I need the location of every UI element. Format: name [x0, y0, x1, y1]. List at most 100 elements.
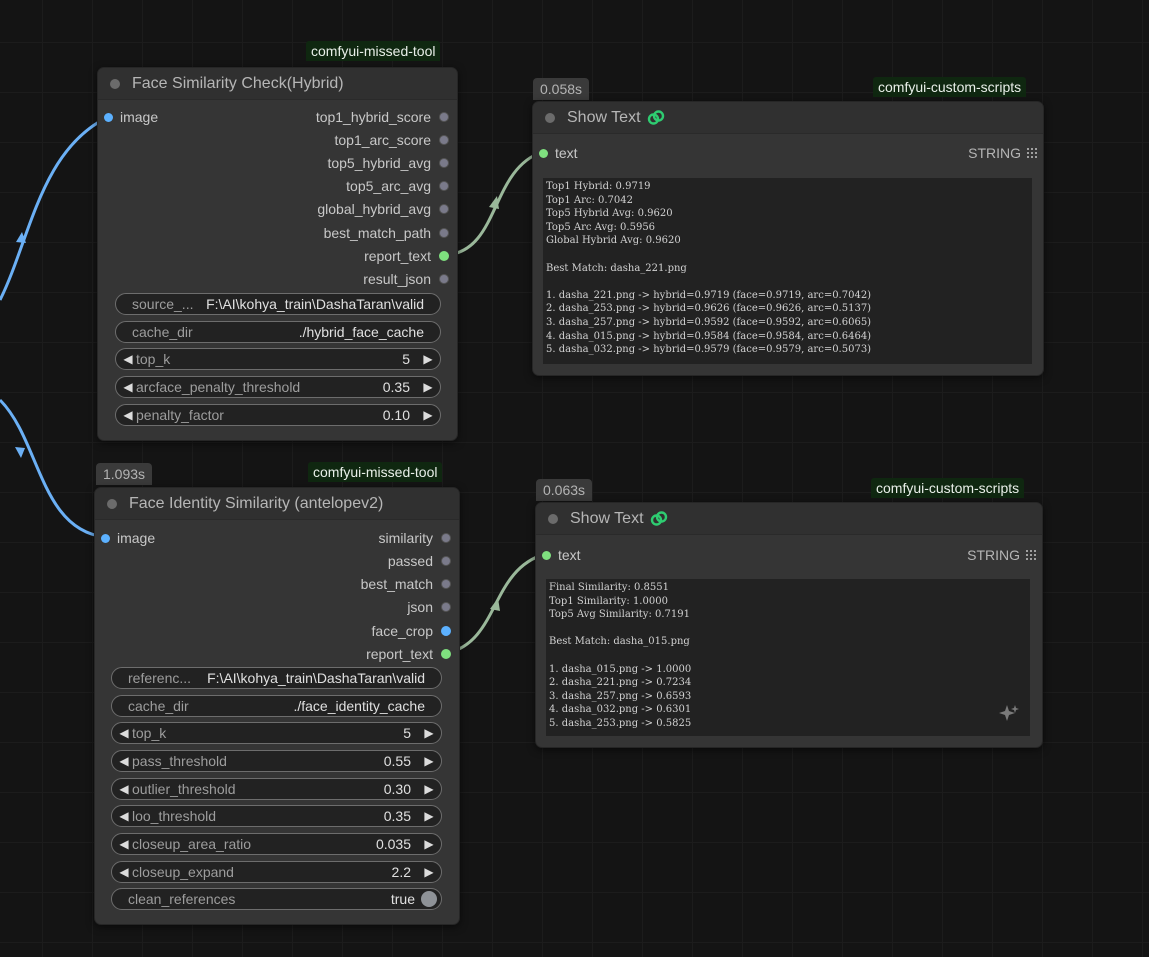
- text-line: Best Match: dasha_015.png: [549, 636, 690, 648]
- node-face-identity-similarity[interactable]: Face Identity Similarity (antelopev2) im…: [94, 487, 460, 925]
- node1-header[interactable]: Face Similarity Check(Hybrid): [98, 68, 457, 100]
- output-dot-icon[interactable]: [439, 135, 449, 145]
- text-line: [549, 622, 1027, 636]
- sparkle-icon[interactable]: [998, 703, 1020, 725]
- outlier-threshold-stepper[interactable]: ◀ outlier_threshold 0.30 ▶: [111, 778, 442, 800]
- show2-input-text[interactable]: text: [542, 547, 581, 563]
- output-report-text[interactable]: report_text: [364, 248, 449, 264]
- wire-image-node1: [0, 115, 109, 301]
- output-dot-icon[interactable]: [441, 626, 451, 636]
- wire-arrow: [16, 232, 26, 243]
- output-best-match-path[interactable]: best_match_path: [324, 225, 449, 241]
- node-show-text-2[interactable]: Show Text text STRING Final Similarity: …: [535, 502, 1043, 748]
- collapse-dot-icon[interactable]: [107, 498, 117, 509]
- output-dot-icon[interactable]: [439, 112, 449, 122]
- show1-header[interactable]: Show Text: [533, 102, 1043, 134]
- output-dot-icon[interactable]: [441, 602, 451, 612]
- show2-header[interactable]: Show Text: [536, 503, 1042, 535]
- toggle-knob-icon[interactable]: [421, 891, 437, 907]
- decrement-icon[interactable]: ◀: [116, 809, 132, 823]
- closeup-expand-stepper[interactable]: ◀ closeup_expand 2.2 ▶: [111, 861, 442, 883]
- collapse-dot-icon[interactable]: [545, 112, 555, 123]
- output-similarity[interactable]: similarity: [379, 530, 451, 546]
- source-dir-field[interactable]: source_... F:\AI\kohya_train\DashaTaran\…: [115, 293, 441, 315]
- arcface-penalty-threshold-stepper[interactable]: ◀ arcface_penalty_threshold 0.35 ▶: [115, 376, 441, 398]
- text-line: Top5 Hybrid Avg: 0.9620: [546, 208, 673, 220]
- loo-threshold-stepper[interactable]: ◀ loo_threshold 0.35 ▶: [111, 805, 442, 827]
- node2-title: Face Identity Similarity (antelopev2): [129, 494, 384, 512]
- clean-references-toggle[interactable]: clean_references true: [111, 888, 442, 910]
- show2-time-badge: 0.063s: [536, 479, 593, 501]
- show2-output-type[interactable]: STRING: [967, 547, 1036, 563]
- show1-time-badge: 0.058s: [533, 78, 590, 100]
- node1-title: Face Similarity Check(Hybrid): [132, 74, 344, 92]
- output-report-text[interactable]: report_text: [366, 646, 451, 662]
- node-show-text-1[interactable]: Show Text text STRING Top1 Hybrid: 0.971…: [532, 101, 1044, 376]
- output-dot-icon[interactable]: [439, 251, 449, 261]
- output-top5-hybrid-avg[interactable]: top5_hybrid_avg: [327, 155, 449, 171]
- output-dot-icon[interactable]: [441, 533, 451, 543]
- input-dot-icon[interactable]: [539, 148, 548, 158]
- output-result-json[interactable]: result_json: [363, 271, 449, 287]
- output-dot-icon[interactable]: [439, 181, 449, 191]
- increment-icon[interactable]: ▶: [421, 782, 437, 796]
- decrement-icon[interactable]: ◀: [120, 380, 136, 394]
- output-best-match[interactable]: best_match: [361, 576, 451, 592]
- collapse-dot-icon[interactable]: [110, 78, 120, 89]
- node2-input-image[interactable]: image: [101, 530, 155, 546]
- penalty-factor-stepper[interactable]: ◀ penalty_factor 0.10 ▶: [115, 404, 441, 426]
- input-dot-icon[interactable]: [542, 550, 551, 560]
- text-line: Top1 Arc: 0.7042: [546, 194, 633, 206]
- decrement-icon[interactable]: ◀: [120, 408, 136, 422]
- output-passed[interactable]: passed: [388, 553, 451, 569]
- output-global-hybrid-avg[interactable]: global_hybrid_avg: [317, 201, 449, 217]
- closeup-area-ratio-stepper[interactable]: ◀ closeup_area_ratio 0.035 ▶: [111, 833, 442, 855]
- decrement-icon[interactable]: ◀: [116, 754, 132, 768]
- output-top1-hybrid-score[interactable]: top1_hybrid_score: [316, 109, 449, 125]
- grid-icon: [1026, 550, 1036, 560]
- top-k-stepper[interactable]: ◀ top_k 5 ▶: [115, 348, 441, 370]
- increment-icon[interactable]: ▶: [421, 809, 437, 823]
- cache-dir-field[interactable]: cache_dir ./face_identity_cache: [111, 695, 442, 717]
- increment-icon[interactable]: ▶: [421, 754, 437, 768]
- node-face-similarity-hybrid[interactable]: Face Similarity Check(Hybrid) image top1…: [97, 67, 458, 441]
- decrement-icon[interactable]: ◀: [116, 865, 132, 879]
- output-face-crop[interactable]: face_crop: [372, 623, 451, 639]
- show2-text-display[interactable]: Final Similarity: 0.8551 Top1 Similarity:…: [546, 579, 1030, 736]
- output-dot-icon[interactable]: [439, 204, 449, 214]
- pass-threshold-stepper[interactable]: ◀ pass_threshold 0.55 ▶: [111, 750, 442, 772]
- input-dot-icon[interactable]: [101, 533, 110, 543]
- output-dot-icon[interactable]: [439, 274, 449, 284]
- cache-dir-field[interactable]: cache_dir ./hybrid_face_cache: [115, 321, 441, 343]
- output-dot-icon[interactable]: [439, 228, 449, 238]
- show1-text-display[interactable]: Top1 Hybrid: 0.9719 Top1 Arc: 0.7042 Top5 …: [543, 178, 1032, 364]
- decrement-icon[interactable]: ◀: [120, 352, 136, 366]
- decrement-icon[interactable]: ◀: [116, 726, 132, 740]
- decrement-icon[interactable]: ◀: [116, 837, 132, 851]
- output-dot-icon[interactable]: [441, 579, 451, 589]
- show1-output-type[interactable]: STRING: [968, 145, 1037, 161]
- show2-source-badge: comfyui-custom-scripts: [871, 478, 1025, 498]
- output-dot-icon[interactable]: [441, 649, 451, 659]
- text-line: [546, 248, 1029, 262]
- output-json[interactable]: json: [407, 599, 451, 615]
- increment-icon[interactable]: ▶: [421, 865, 437, 879]
- node2-header[interactable]: Face Identity Similarity (antelopev2): [95, 488, 459, 520]
- decrement-icon[interactable]: ◀: [116, 782, 132, 796]
- output-dot-icon[interactable]: [441, 556, 451, 566]
- text-line: 3. dasha_257.png -> 0.6593: [549, 690, 692, 702]
- output-dot-icon[interactable]: [439, 158, 449, 168]
- increment-icon[interactable]: ▶: [420, 408, 436, 422]
- increment-icon[interactable]: ▶: [421, 837, 437, 851]
- increment-icon[interactable]: ▶: [421, 726, 437, 740]
- reference-dir-field[interactable]: referenc... F:\AI\kohya_train\DashaTaran…: [111, 667, 442, 689]
- input-dot-icon[interactable]: [104, 112, 113, 122]
- increment-icon[interactable]: ▶: [420, 352, 436, 366]
- node1-input-image[interactable]: image: [104, 109, 158, 125]
- output-top5-arc-avg[interactable]: top5_arc_avg: [346, 178, 449, 194]
- output-top1-arc-score[interactable]: top1_arc_score: [334, 132, 449, 148]
- collapse-dot-icon[interactable]: [548, 513, 558, 524]
- increment-icon[interactable]: ▶: [420, 380, 436, 394]
- show1-input-text[interactable]: text: [539, 145, 578, 161]
- top-k-stepper[interactable]: ◀ top_k 5 ▶: [111, 722, 442, 744]
